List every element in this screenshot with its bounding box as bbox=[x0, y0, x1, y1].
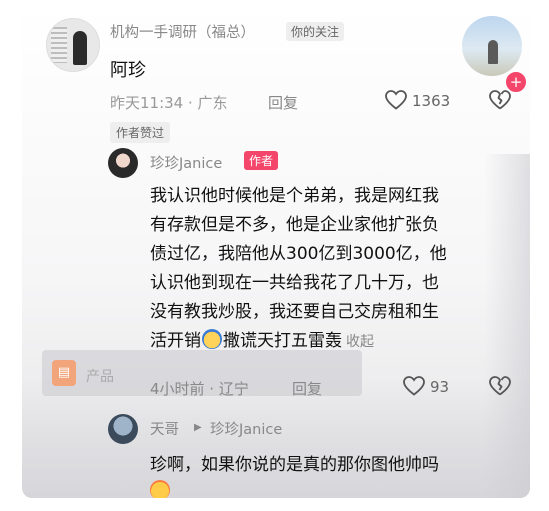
broken-heart-icon[interactable] bbox=[488, 374, 512, 398]
author-liked-badge: 作者赞过 bbox=[110, 122, 171, 143]
reply-username[interactable]: 珍珍Janice bbox=[150, 152, 222, 173]
like-count: 1363 bbox=[412, 92, 451, 110]
follow-plus-icon[interactable]: + bbox=[504, 70, 528, 94]
reply-button[interactable]: 回复 bbox=[268, 92, 298, 113]
avatar[interactable] bbox=[108, 414, 138, 444]
reply-to-username[interactable]: 珍珍Janice bbox=[210, 418, 282, 439]
reply-text-line: 我认识他时候他是个弟弟，我是网红我 bbox=[150, 186, 439, 206]
reply-text-line: 没有教我炒股，我还要自己交房租和生 bbox=[150, 302, 439, 322]
avatar[interactable] bbox=[46, 18, 100, 72]
video-author-avatar[interactable] bbox=[462, 16, 522, 76]
comment-meta: 昨天11:34 · 广东 bbox=[110, 94, 228, 112]
follow-badge: 你的关注 bbox=[286, 22, 345, 41]
author-badge: 作者 bbox=[244, 151, 279, 170]
reply-text-fragment: 活开销 bbox=[150, 331, 201, 351]
comment-username[interactable]: 机构一手调研（福总） bbox=[110, 21, 255, 42]
comment-panel: 机构一手调研（福总） 你的关注 阿珍 昨天11:34 · 广东 回复 1363 … bbox=[22, 4, 530, 498]
reply-meta: 4小时前 · 辽宁 bbox=[150, 380, 249, 398]
heart-icon[interactable] bbox=[402, 374, 426, 398]
like-count: 93 bbox=[430, 378, 450, 396]
comment-text: 阿珍 bbox=[110, 60, 146, 81]
product-label[interactable]: 产品 bbox=[86, 366, 114, 386]
reply-arrow-icon: ▶ bbox=[194, 422, 202, 433]
reply-text-line: 认识他到现在一共给我花了几十万，也 bbox=[150, 273, 439, 293]
product-bag-icon: ▤ bbox=[52, 360, 76, 386]
crying-emoji-icon bbox=[150, 480, 170, 498]
heart-icon[interactable] bbox=[384, 88, 408, 112]
reply-text-line: 有存款但是不多，他是企业家他扩张负 bbox=[150, 215, 439, 235]
reply-text: 我认识他时候他是个弟弟，我是网红我 有存款但是不多，他是企业家他扩张负 债过亿，… bbox=[150, 182, 526, 357]
crying-face-emoji-icon bbox=[202, 329, 222, 349]
avatar[interactable] bbox=[108, 148, 138, 178]
reply-text: 珍啊，如果你说的是真的那你图他帅吗 bbox=[150, 455, 439, 475]
reply-button[interactable]: 回复 bbox=[292, 378, 322, 399]
reply-text-fragment: 撒谎天打五雷轰 bbox=[223, 331, 342, 351]
reply-username[interactable]: 天哥 bbox=[150, 418, 179, 439]
collapse-button[interactable]: 收起 bbox=[346, 334, 374, 350]
reply-text-line: 债过亿，我陪他从300亿到3000亿，他 bbox=[150, 244, 447, 264]
